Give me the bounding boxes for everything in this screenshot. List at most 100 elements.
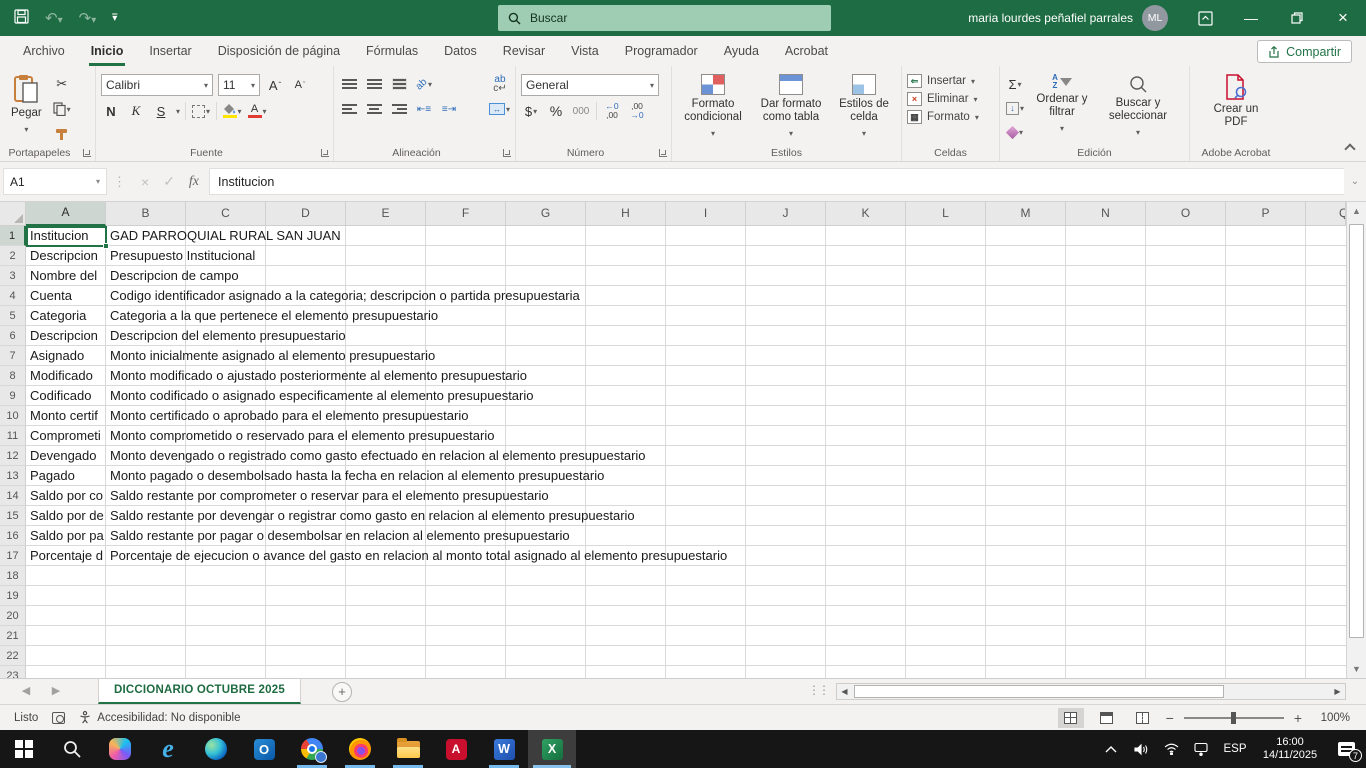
cell-B12[interactable]: Monto devengado o registrado como gasto … [110, 446, 646, 466]
ribbon-tab-vista[interactable]: Vista [558, 37, 612, 66]
formula-input[interactable]: Institucion [209, 168, 1344, 195]
vertical-scrollbar[interactable]: ▲ ▼ [1346, 202, 1366, 678]
number-format-combo[interactable]: General▾ [521, 74, 659, 96]
row-header-19[interactable]: 19 [0, 586, 26, 606]
column-header-C[interactable]: C [186, 202, 266, 226]
cell-B7[interactable]: Monto inicialmente asignado al elemento … [110, 346, 435, 366]
cell-B5[interactable]: Categoria a la que pertenece el elemento… [110, 306, 438, 326]
share-button[interactable]: Compartir [1257, 40, 1352, 63]
row-header-4[interactable]: 4 [0, 286, 26, 306]
cell-A14[interactable]: Saldo por co [26, 486, 105, 506]
delete-cells-button[interactable]: ×Eliminar▾ [907, 92, 979, 106]
search-taskbar-icon[interactable] [48, 730, 96, 768]
excel-taskbar-icon[interactable]: X [528, 730, 576, 768]
cell-A2[interactable]: Descripcion [26, 246, 105, 266]
underline-button[interactable]: S [151, 101, 171, 121]
new-sheet-icon[interactable]: + [332, 682, 352, 702]
zoom-level[interactable]: 100% [1312, 712, 1350, 724]
currency-format-icon[interactable]: $▾ [521, 101, 541, 121]
horizontal-scrollbar[interactable]: ◀ ▶ [836, 683, 1346, 700]
decrease-indent-icon[interactable]: ⇤≡ [414, 99, 434, 119]
collapse-ribbon-icon[interactable] [1344, 143, 1355, 154]
page-break-view-icon[interactable] [1130, 708, 1156, 728]
cell-A7[interactable]: Asignado [26, 346, 105, 366]
column-header-M[interactable]: M [986, 202, 1066, 226]
row-header-1[interactable]: 1 [0, 226, 26, 246]
row-header-8[interactable]: 8 [0, 366, 26, 386]
ribbon-tab-archivo[interactable]: Archivo [10, 37, 78, 66]
cell-A13[interactable]: Pagado [26, 466, 105, 486]
word-taskbar-icon[interactable]: W [480, 730, 528, 768]
column-header-B[interactable]: B [106, 202, 186, 226]
row-header-5[interactable]: 5 [0, 306, 26, 326]
edge-taskbar-icon[interactable] [192, 730, 240, 768]
font-dialog-launcher-icon[interactable] [321, 149, 329, 157]
column-header-P[interactable]: P [1226, 202, 1306, 226]
fill-icon[interactable]: ↓▾ [1005, 98, 1025, 118]
scroll-down-icon[interactable]: ▼ [1347, 660, 1366, 678]
volume-icon[interactable] [1126, 730, 1156, 768]
cell-A3[interactable]: Nombre del [26, 266, 105, 286]
row-header-7[interactable]: 7 [0, 346, 26, 366]
copilot-taskbar-icon[interactable] [96, 730, 144, 768]
format-cells-button[interactable]: ▦Formato▾ [907, 110, 979, 124]
cell-A17[interactable]: Porcentaje d [26, 546, 105, 566]
column-header-H[interactable]: H [586, 202, 666, 226]
cell-styles-button[interactable]: Estilos de celda▾ [833, 71, 895, 143]
find-select-button[interactable]: Buscar y seleccionar▾ [1099, 71, 1177, 142]
cell-B8[interactable]: Monto modificado o ajustado posteriormen… [110, 366, 527, 386]
column-header-A[interactable]: A [26, 202, 106, 226]
paste-button[interactable]: Pegar▾ [5, 71, 48, 139]
accessibility-status[interactable]: Accesibilidad: No disponible [79, 711, 240, 724]
language-indicator[interactable]: ESP [1216, 743, 1254, 755]
scroll-up-icon[interactable]: ▲ [1347, 202, 1366, 220]
ribbon-tab-datos[interactable]: Datos [431, 37, 490, 66]
align-top-icon[interactable] [339, 74, 359, 94]
row-header-17[interactable]: 17 [0, 546, 26, 566]
horizontal-scrollbar-thumb[interactable] [854, 685, 1224, 698]
ribbon-tab-ayuda[interactable]: Ayuda [711, 37, 772, 66]
insert-cells-button[interactable]: ⇐Insertar▾ [907, 74, 979, 88]
outlook-taskbar-icon[interactable]: O [240, 730, 288, 768]
cell-A9[interactable]: Codificado [26, 386, 105, 406]
italic-button[interactable]: K [126, 101, 146, 121]
row-header-18[interactable]: 18 [0, 566, 26, 586]
align-left-icon[interactable] [339, 99, 359, 119]
column-header-L[interactable]: L [906, 202, 986, 226]
font-color-icon[interactable]: A▾ [247, 101, 267, 121]
font-name-combo[interactable]: Calibri▾ [101, 74, 213, 96]
decrease-font-size-icon[interactable]: Aˇ [290, 75, 310, 95]
cell-A1[interactable]: Institucion [26, 226, 105, 246]
row-header-21[interactable]: 21 [0, 626, 26, 646]
file-explorer-taskbar-icon[interactable] [384, 730, 432, 768]
cell-B15[interactable]: Saldo restante por devengar o registrar … [110, 506, 635, 526]
insert-function-icon[interactable]: fx [189, 174, 199, 190]
cell-A10[interactable]: Monto certif [26, 406, 105, 426]
vertical-scrollbar-thumb[interactable] [1349, 224, 1364, 638]
align-center-icon[interactable] [364, 99, 384, 119]
ribbon-tab-fórmulas[interactable]: Fórmulas [353, 37, 431, 66]
cell-B4[interactable]: Codigo identificador asignado a la categ… [110, 286, 580, 306]
increase-font-size-icon[interactable]: Aˆ [265, 75, 285, 95]
merge-center-icon[interactable]: ↔▾ [489, 99, 510, 119]
row-header-2[interactable]: 2 [0, 246, 26, 266]
expand-formula-bar-icon[interactable]: ⌄ [1344, 176, 1366, 187]
tab-splitter-handle[interactable]: ⋮⋮ [808, 683, 828, 697]
sheet-grid[interactable]: InstitucionGAD PARROQUIAL RURAL SAN JUAN… [26, 226, 1346, 678]
cell-B1[interactable]: GAD PARROQUIAL RURAL SAN JUAN [110, 226, 341, 246]
ribbon-tab-inicio[interactable]: Inicio [78, 37, 137, 66]
chrome-taskbar-icon[interactable] [288, 730, 336, 768]
borders-icon[interactable]: ▾ [191, 101, 211, 121]
autosum-icon[interactable]: Σ▾ [1005, 74, 1025, 94]
scroll-left-icon[interactable]: ◀ [837, 684, 852, 699]
minimize-button[interactable]: — [1228, 0, 1274, 36]
clear-icon[interactable]: ▾ [1005, 122, 1025, 142]
orientation-icon[interactable]: ab▾ [414, 74, 434, 94]
row-header-13[interactable]: 13 [0, 466, 26, 486]
ribbon-tab-acrobat[interactable]: Acrobat [772, 37, 841, 66]
customize-qat-icon[interactable]: ▾̅ [112, 13, 117, 24]
column-header-I[interactable]: I [666, 202, 746, 226]
row-header-12[interactable]: 12 [0, 446, 26, 466]
previous-sheet-icon[interactable]: ◀ [14, 679, 38, 704]
sort-filter-button[interactable]: AZ Ordenar y filtrar▾ [1029, 71, 1095, 138]
